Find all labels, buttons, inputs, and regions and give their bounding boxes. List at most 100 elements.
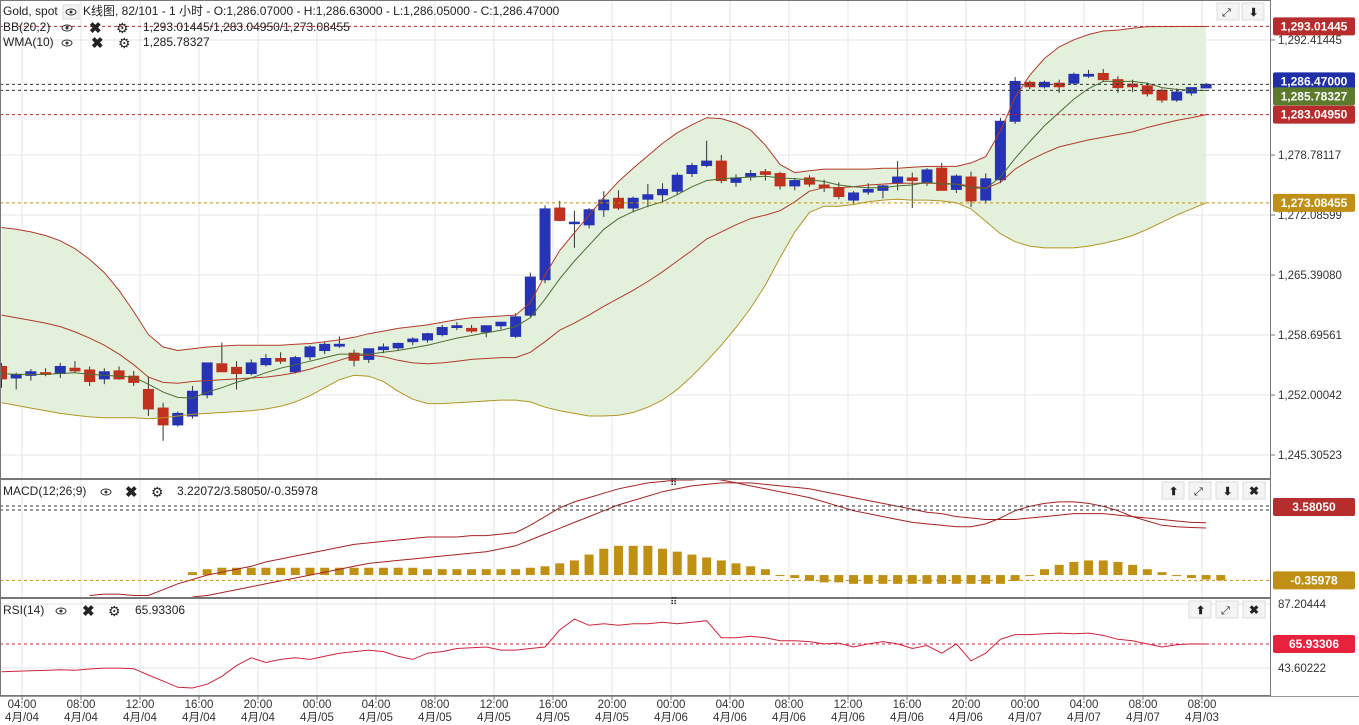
macd-bar bbox=[187, 572, 197, 576]
maximize-icon[interactable]: ⤢ bbox=[1216, 2, 1240, 21]
time-tick: 00:00 bbox=[657, 699, 686, 711]
macd-bar bbox=[834, 575, 844, 583]
close-panel-icon[interactable]: ✖ bbox=[1242, 481, 1266, 500]
macd-bar bbox=[849, 575, 859, 584]
bb-lower-tag: 1,273.08455 bbox=[1273, 193, 1355, 212]
wma-tag: 1,285.78327 bbox=[1273, 87, 1355, 106]
gear-icon[interactable]: ⚙ bbox=[151, 484, 164, 500]
macd-bar bbox=[760, 569, 770, 576]
candle bbox=[539, 205, 551, 284]
date-tick: 4月/05 bbox=[359, 712, 393, 724]
rsi-tick: 43.60222 bbox=[1278, 663, 1326, 675]
macd-bar bbox=[995, 575, 1005, 584]
time-tick: 04:00 bbox=[1070, 699, 1099, 711]
svg-text:65.93306: 65.93306 bbox=[1289, 637, 1339, 651]
rsi-tick: 87.20444 bbox=[1278, 599, 1327, 611]
macd-bar bbox=[922, 575, 932, 584]
macd-bar bbox=[643, 545, 653, 576]
svg-text:⤢: ⤢ bbox=[1222, 7, 1231, 19]
macd-bar bbox=[672, 551, 682, 576]
svg-text:1,293.01445: 1,293.01445 bbox=[1281, 19, 1348, 33]
arrow-down-icon[interactable]: ⬇ bbox=[1241, 2, 1265, 21]
macd-values: 3.22072/3.58050/-0.35978 bbox=[177, 484, 318, 498]
gear-icon[interactable]: ⚙ bbox=[118, 35, 131, 51]
date-tick: 4月/04 bbox=[241, 712, 275, 724]
eye-icon[interactable] bbox=[100, 488, 112, 496]
svg-text:⤢: ⤢ bbox=[1221, 605, 1230, 617]
date-tick: 4月/05 bbox=[536, 712, 570, 724]
macd-bar bbox=[878, 575, 888, 584]
price-tick: 1,258.69561 bbox=[1278, 330, 1342, 342]
time-tick: 08:00 bbox=[1188, 699, 1217, 711]
macd-bar bbox=[731, 563, 741, 576]
date-tick: 4月/04 bbox=[182, 712, 216, 724]
rsi-value: 65.93306 bbox=[135, 603, 185, 617]
gear-icon[interactable]: ⚙ bbox=[108, 603, 121, 619]
time-tick: 16:00 bbox=[893, 699, 922, 711]
date-tick: 4月/06 bbox=[772, 712, 806, 724]
eye-icon[interactable] bbox=[61, 39, 73, 47]
trading-chart: ⠿ ⠿ 1,292.414451,278.781171,272.085991,2… bbox=[0, 0, 1359, 724]
macd-label: MACD(12;26;9) bbox=[3, 484, 86, 498]
close-icon[interactable]: ✖ bbox=[82, 603, 95, 620]
close-icon[interactable]: ✖ bbox=[91, 35, 104, 52]
arrow-up-icon[interactable]: ⬆ bbox=[1161, 481, 1185, 500]
maximize-icon[interactable]: ⤢ bbox=[1215, 600, 1239, 619]
macd-bar bbox=[540, 566, 550, 576]
svg-text:✖: ✖ bbox=[1249, 484, 1259, 498]
macd-bar bbox=[716, 560, 726, 576]
svg-text:⬆: ⬆ bbox=[1169, 486, 1178, 498]
arrow-up-icon[interactable]: ⬆ bbox=[1188, 600, 1212, 619]
macd-bar bbox=[290, 567, 300, 576]
close-icon[interactable]: ✖ bbox=[125, 484, 138, 501]
maximize-icon[interactable]: ⤢ bbox=[1188, 481, 1212, 500]
time-tick: 16:00 bbox=[185, 699, 214, 711]
macd-bar bbox=[481, 569, 491, 576]
macd-bar bbox=[819, 575, 829, 583]
eye-icon[interactable] bbox=[61, 24, 73, 32]
close-panel-icon[interactable]: ✖ bbox=[1242, 600, 1266, 619]
macd-bar bbox=[496, 569, 506, 576]
macd-bar bbox=[276, 567, 286, 576]
price-tick: 1,245.30523 bbox=[1278, 450, 1342, 462]
date-tick: 4月/07 bbox=[1067, 712, 1101, 724]
macd-bar bbox=[1201, 575, 1211, 580]
eye-icon[interactable] bbox=[55, 607, 67, 615]
macd-bar bbox=[1142, 569, 1152, 576]
macd-bar bbox=[569, 560, 579, 576]
time-tick: 08:00 bbox=[1129, 699, 1158, 711]
svg-text:⬆: ⬆ bbox=[1196, 605, 1205, 617]
macd-bar bbox=[1098, 560, 1108, 576]
macd-bar bbox=[349, 567, 359, 576]
price-tick: 1,265.39080 bbox=[1278, 270, 1342, 282]
time-tick: 20:00 bbox=[598, 699, 627, 711]
eye-icon[interactable] bbox=[62, 4, 80, 20]
time-tick: 04:00 bbox=[716, 699, 745, 711]
ohlc-info: K线图, 82/101 - 1 小时 - O:1,286.07000 - H:1… bbox=[83, 4, 560, 18]
macd-bar bbox=[423, 569, 433, 576]
macd-bar bbox=[1157, 572, 1167, 576]
macd-bar bbox=[951, 575, 961, 584]
gear-icon[interactable]: ⚙ bbox=[116, 20, 129, 36]
date-tick: 4月/06 bbox=[654, 712, 688, 724]
macd-bar bbox=[452, 569, 462, 576]
macd-bar bbox=[467, 569, 477, 576]
price-tick: 1,278.78117 bbox=[1278, 150, 1341, 162]
macd-bar bbox=[261, 567, 271, 576]
time-tick: 12:00 bbox=[834, 699, 863, 711]
arrow-down-icon[interactable]: ⬇ bbox=[1215, 481, 1239, 500]
svg-text:3.58050: 3.58050 bbox=[1292, 500, 1336, 514]
date-tick: 4月/04 bbox=[5, 712, 39, 724]
macd-bar bbox=[702, 557, 712, 576]
macd-bar bbox=[599, 548, 609, 576]
macd-legend: MACD(12;26;9) ✖ ⚙ 3.22072/3.58050/-0.359… bbox=[3, 481, 1266, 501]
date-tick: 4月/05 bbox=[477, 712, 511, 724]
macd-bar bbox=[863, 575, 873, 584]
svg-text:⤢: ⤢ bbox=[1194, 486, 1203, 498]
macd-bar bbox=[1172, 575, 1182, 577]
symbol-label: Gold, spot bbox=[3, 4, 58, 18]
macd-bar bbox=[746, 566, 756, 576]
candle bbox=[524, 272, 536, 317]
svg-text:✖: ✖ bbox=[1249, 603, 1259, 617]
rsi-label: RSI(14) bbox=[3, 603, 44, 617]
